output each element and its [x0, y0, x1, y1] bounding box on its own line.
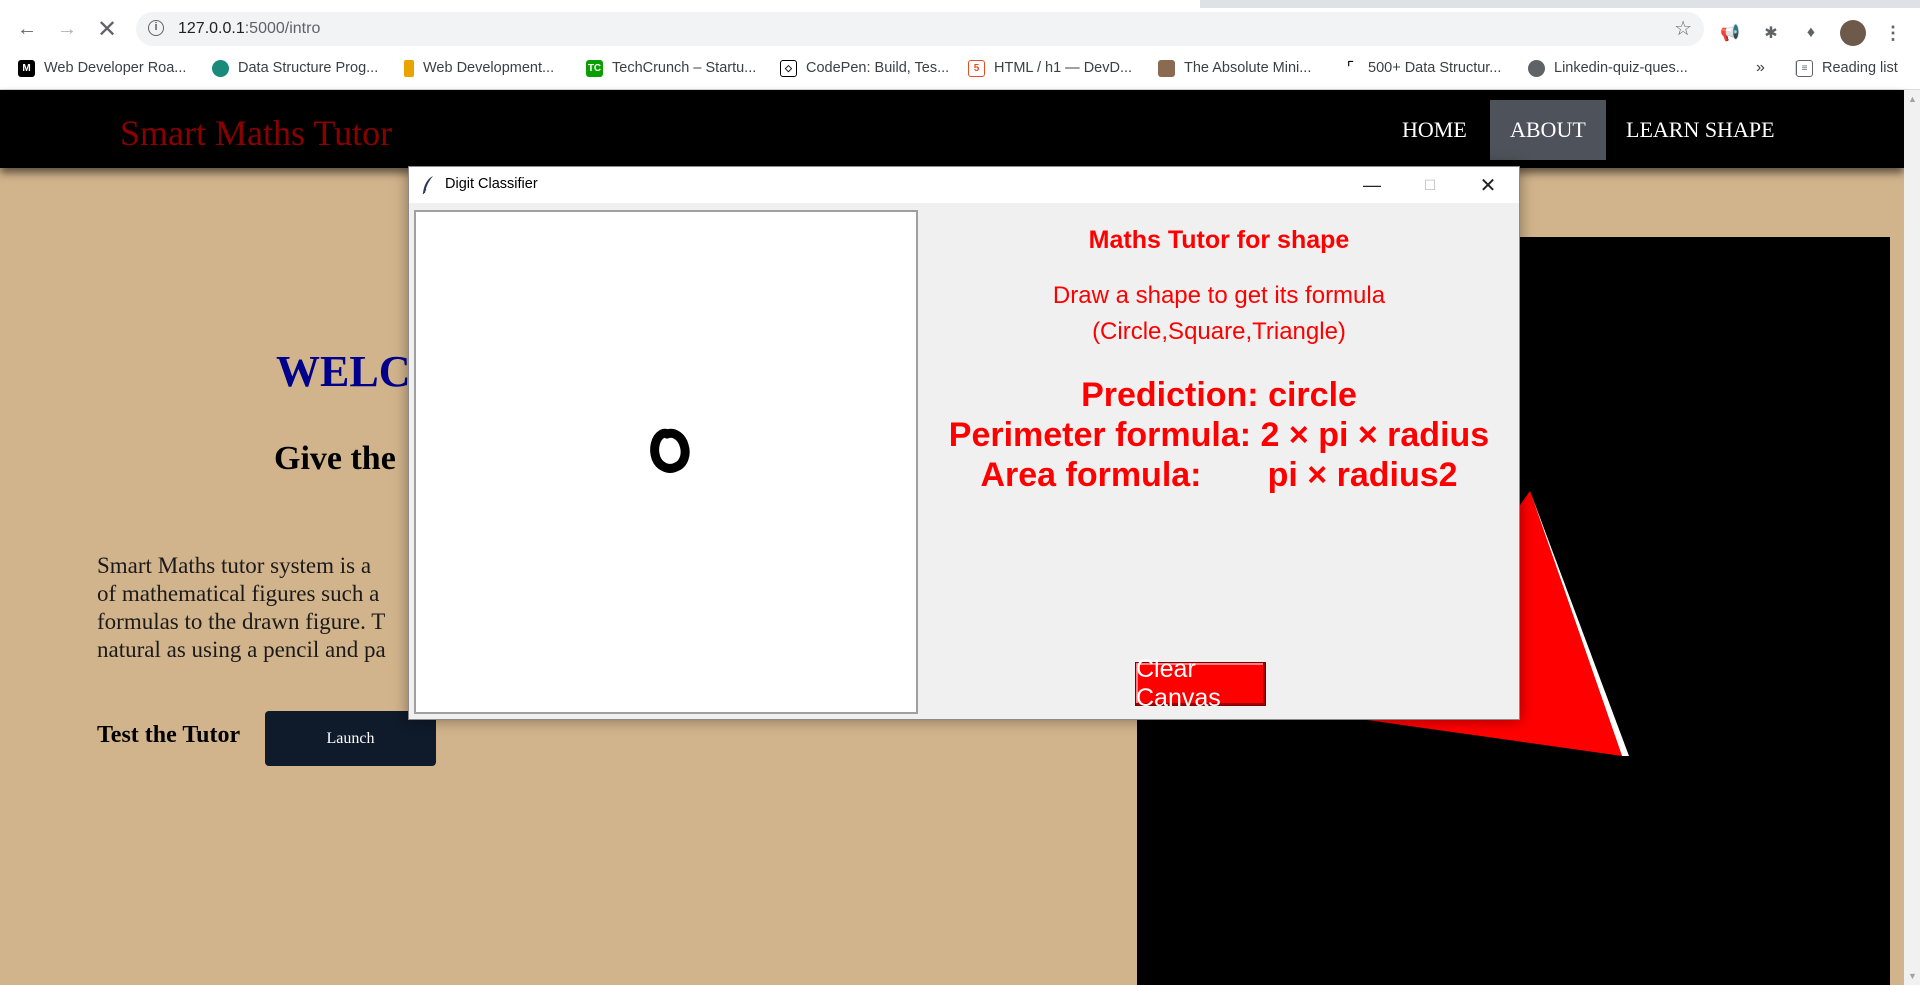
description-line: Smart Maths tutor system is a	[97, 553, 372, 578]
site-brand[interactable]: Smart Maths Tutor	[120, 112, 392, 154]
description-line: natural as using a pencil and pa	[97, 637, 386, 662]
window-titlebar[interactable]: Digit Classifier — ☐ ✕	[409, 167, 1519, 203]
bug-icon[interactable]: ✱	[1760, 22, 1782, 44]
site-favicon-icon	[404, 59, 414, 77]
digit-classifier-window: Digit Classifier — ☐ ✕ Maths Tutor for s…	[408, 166, 1520, 720]
kebab-menu-icon[interactable]: ⋮	[1882, 22, 1904, 44]
instructions: Draw a shape to get its formula (Circle,…	[929, 278, 1509, 350]
stop-loading-icon[interactable]: ✕	[94, 16, 120, 43]
bookmark-label: 500+ Data Structur...	[1368, 60, 1502, 76]
site-favicon-icon	[212, 59, 229, 77]
feather-icon	[422, 176, 433, 195]
nav-home[interactable]: HOME	[1382, 100, 1487, 160]
scroll-down-icon[interactable]: ▼	[1908, 971, 1917, 981]
description-text: Smart Maths tutor system is a of mathema…	[97, 552, 417, 664]
bookmark-item[interactable]: TC TechCrunch – Startu...	[586, 57, 756, 79]
bookmark-label: CodePen: Build, Tes...	[806, 60, 950, 76]
prediction-result: Prediction: circle Perimeter formula: 2 …	[929, 375, 1509, 495]
description-line: of mathematical figures such a	[97, 581, 380, 606]
bookmarks-bar: M Web Developer Roa... Data Structure Pro…	[0, 48, 1920, 90]
forward-arrow-icon[interactable]: →	[54, 16, 80, 42]
maximize-icon[interactable]: ☐	[1401, 167, 1459, 203]
reading-list-icon: ≡	[1796, 59, 1813, 77]
active-tab[interactable]	[0, 0, 1200, 8]
clear-canvas-button[interactable]: Clear Canvas	[1135, 655, 1266, 712]
reading-list-label: Reading list	[1822, 60, 1898, 76]
bookmark-label: Web Developer Roa...	[44, 60, 187, 76]
close-icon[interactable]: ✕	[1459, 167, 1517, 203]
page-scrollbar[interactable]: ▲ ▼	[1904, 90, 1920, 985]
bookmark-item[interactable]: 5 HTML / h1 — DevD...	[968, 57, 1132, 79]
instruction-line: Draw a shape to get its formula	[1052, 282, 1386, 309]
medium-logo-icon: M	[18, 59, 35, 77]
bookmark-item[interactable]: Web Development...	[404, 57, 554, 79]
megaphone-icon[interactable]: 📢	[1719, 22, 1741, 44]
scroll-up-icon[interactable]: ▲	[1908, 94, 1917, 104]
reading-list-button[interactable]: ≡ Reading list	[1796, 57, 1898, 79]
perimeter-formula: Perimeter formula: 2 × pi × radius	[948, 416, 1490, 454]
url-host: 127.0.0.1	[178, 20, 245, 37]
nav-learn-shape[interactable]: LEARN SHAPE	[1606, 100, 1795, 160]
bookmark-label: Web Development...	[423, 60, 555, 76]
bookmark-label: The Absolute Mini...	[1184, 60, 1312, 76]
site-info-icon[interactable]: i	[148, 20, 164, 36]
bookmark-label: TechCrunch – Startu...	[612, 60, 757, 76]
area-formula: Area formula: pi × radius2	[980, 456, 1458, 494]
bookmark-item[interactable]: Data Structure Prog...	[212, 57, 378, 79]
bookmark-item[interactable]: M Web Developer Roa...	[18, 57, 186, 79]
techcrunch-logo-icon: TC	[586, 59, 603, 77]
back-arrow-icon[interactable]: ←	[14, 16, 40, 42]
browser-toolbar: ← → ✕ i 127.0.0.1:5000/intro ☆ 📢 ✱ ♦ ⋮	[0, 8, 1920, 48]
bookmark-star-icon[interactable]: ☆	[1674, 16, 1692, 41]
window-title: Digit Classifier	[445, 176, 538, 192]
nav-about[interactable]: ABOUT	[1490, 100, 1606, 160]
site-favicon-icon	[1158, 59, 1175, 77]
site-navbar: Smart Maths Tutor HOME ABOUT LEARN SHAPE	[0, 90, 1904, 168]
bookmark-item[interactable]: ◇ CodePen: Build, Tes...	[780, 57, 949, 79]
site-favicon-icon: ⌜	[1342, 59, 1359, 77]
url-path: :5000/intro	[244, 20, 321, 37]
drawn-circle	[650, 428, 690, 473]
bookmark-label: HTML / h1 — DevD...	[994, 60, 1133, 76]
subheading: Give the	[274, 440, 396, 477]
url-text[interactable]: 127.0.0.1:5000/intro	[178, 20, 320, 38]
bookmark-label: Linkedin-quiz-ques...	[1554, 60, 1688, 76]
description-line: formulas to the drawn figure. T	[97, 609, 386, 634]
welcome-heading: WELC	[276, 347, 411, 396]
app-heading: Maths Tutor for shape	[1088, 226, 1350, 254]
site-favicon-icon: 5	[968, 59, 985, 77]
tab-strip	[0, 0, 1920, 8]
prediction-label: Prediction: circle	[1081, 376, 1357, 414]
profile-avatar[interactable]	[1840, 20, 1866, 46]
globe-icon	[1528, 59, 1545, 77]
bookmark-label: Data Structure Prog...	[238, 60, 379, 76]
test-tutor-label: Test the Tutor	[97, 722, 241, 748]
puzzle-icon[interactable]: ♦	[1800, 22, 1822, 44]
codepen-logo-icon: ◇	[780, 59, 797, 77]
bookmarks-overflow-button[interactable]: »	[1756, 57, 1765, 79]
minimize-icon[interactable]: —	[1343, 167, 1401, 203]
drawing-canvas[interactable]	[414, 210, 918, 714]
bookmark-item[interactable]: Linkedin-quiz-ques...	[1528, 57, 1688, 79]
bookmark-item[interactable]: The Absolute Mini...	[1158, 57, 1311, 79]
address-bar[interactable]: i 127.0.0.1:5000/intro ☆	[136, 12, 1704, 46]
bookmark-item[interactable]: ⌜ 500+ Data Structur...	[1342, 57, 1501, 79]
instruction-line: (Circle,Square,Triangle)	[1092, 318, 1346, 345]
